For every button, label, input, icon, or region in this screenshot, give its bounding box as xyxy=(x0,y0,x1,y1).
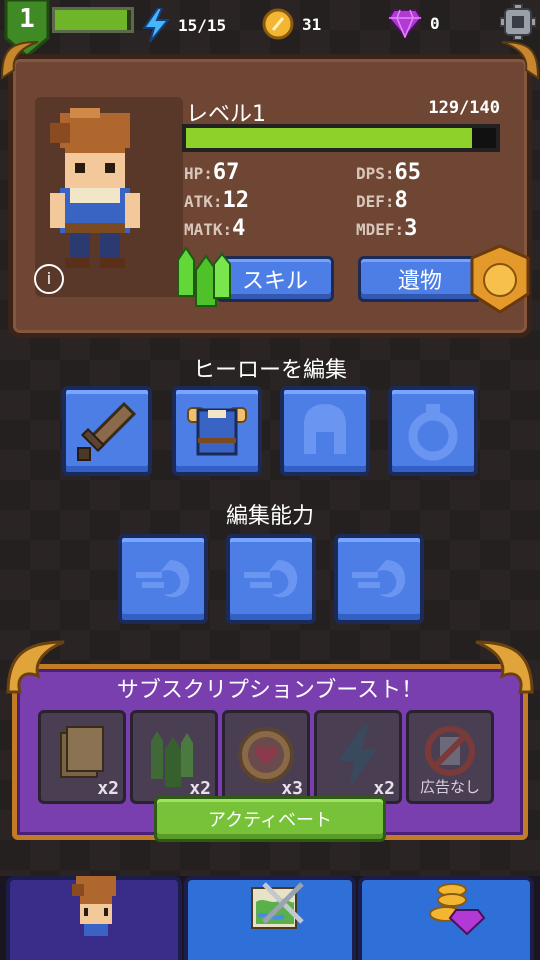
boost-item-crystal: x2 xyxy=(130,710,218,804)
hero-sprite xyxy=(50,108,140,268)
helmet-placeholder-icon xyxy=(304,404,346,454)
subscription-title: サブスクリプションブースト！ xyxy=(116,678,424,703)
edit-hero-title: ヒーローを編集 xyxy=(192,358,347,383)
boost-multiplier: x2 xyxy=(97,778,119,799)
bottom-nav xyxy=(0,876,540,960)
equip-slot-ring[interactable] xyxy=(388,386,478,476)
hero-hp-bar xyxy=(182,124,500,152)
relic-button[interactable]: 遺物 xyxy=(358,256,482,302)
gem-value: 0 xyxy=(430,13,440,33)
equip-slot-weapon[interactable] xyxy=(62,386,152,476)
tab-map[interactable] xyxy=(184,876,356,960)
equip-slot-armor[interactable] xyxy=(172,386,262,476)
map-swords-icon xyxy=(251,882,304,929)
tab-shop[interactable] xyxy=(358,876,534,960)
ability-slot-2[interactable] xyxy=(226,534,316,624)
equip-slot-helmet[interactable] xyxy=(280,386,370,476)
corner-ornament-left xyxy=(0,41,39,80)
ability-placeholder-icon xyxy=(136,560,190,598)
stat-matk: MATK:4 xyxy=(184,216,246,241)
gold-coin-icon xyxy=(262,8,294,40)
ability-slot-3[interactable] xyxy=(334,534,424,624)
stat-mdef: MDEF:3 xyxy=(356,216,418,241)
gold-counter: 31 xyxy=(262,8,321,40)
tab-hero[interactable] xyxy=(6,876,182,960)
boost-item-energy: x2 xyxy=(314,710,402,804)
stat-dps: DPS:65 xyxy=(356,160,422,185)
no-ads-label: 広告なし xyxy=(419,778,480,796)
ability-placeholder-icon xyxy=(244,560,298,598)
xp-bar xyxy=(52,7,134,33)
stat-hp: HP:67 xyxy=(184,160,240,185)
relic-coin-icon xyxy=(470,244,530,314)
treasure-icon xyxy=(429,883,486,936)
stat-def: DEF:8 xyxy=(356,188,408,213)
energy-counter: 15/15 xyxy=(142,8,226,42)
boost-item-heart-orb: x3 xyxy=(222,710,310,804)
hero-hp-text: 129/140 xyxy=(428,98,500,118)
skill-button[interactable]: スキル xyxy=(216,256,334,302)
green-crystal-icon xyxy=(177,246,231,307)
ability-slot-1[interactable] xyxy=(118,534,208,624)
top-status-bar: 1 15/15 31 0 xyxy=(0,0,540,56)
gem-icon xyxy=(388,9,422,38)
activate-button[interactable]: アクティベート xyxy=(154,796,386,842)
ring-placeholder-icon xyxy=(408,404,458,461)
gold-value: 31 xyxy=(302,14,322,34)
stat-atk: ATK:12 xyxy=(184,188,250,213)
armor-icon xyxy=(187,407,247,456)
settings-gear-icon[interactable] xyxy=(500,4,536,40)
player-level: 1 xyxy=(19,4,35,34)
edit-ability-title: 編集能力 xyxy=(225,504,314,529)
gem-counter: 0 xyxy=(388,8,440,38)
lightning-icon xyxy=(142,8,170,42)
ability-placeholder-icon xyxy=(352,560,406,598)
hero-head-icon xyxy=(72,876,116,936)
energy-value: 15/15 xyxy=(178,15,227,35)
boost-item-book: x2 xyxy=(38,710,126,804)
boost-item-no-ads: 広告なし xyxy=(406,710,494,804)
corner-ornament-right xyxy=(501,41,540,80)
hero-info-icon[interactable]: i xyxy=(34,264,64,294)
sword-icon xyxy=(77,401,137,461)
